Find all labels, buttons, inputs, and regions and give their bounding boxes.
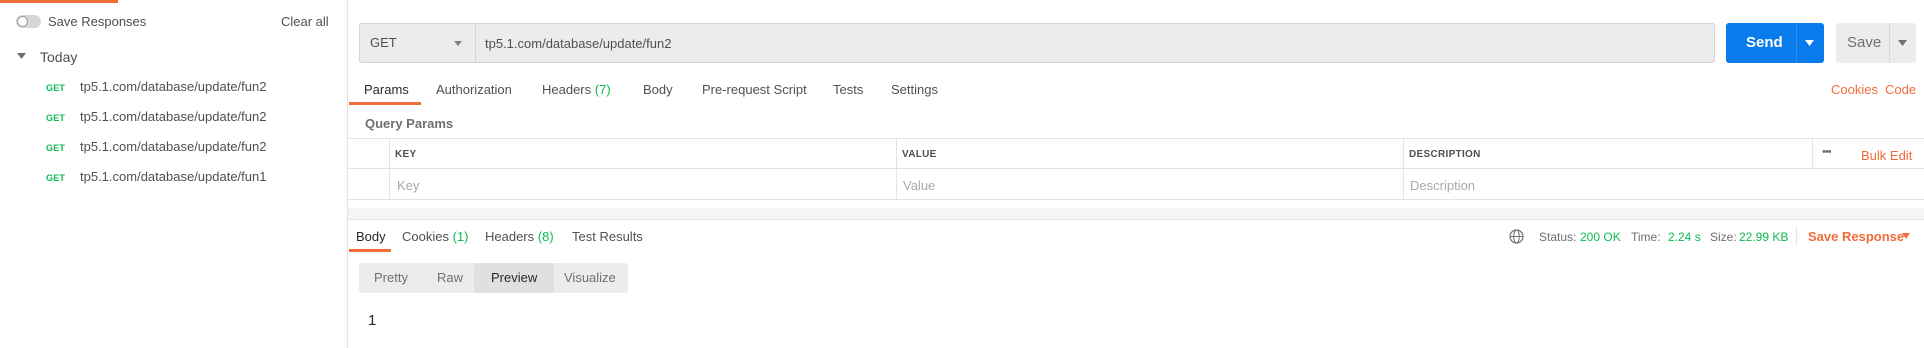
sidebar-tab-indicator — [0, 0, 118, 3]
caret-down-icon[interactable] — [1902, 233, 1910, 239]
time-value[interactable]: 2.24 s — [1668, 230, 1701, 244]
format-pretty[interactable]: Pretty — [374, 270, 408, 285]
time-label: Time: — [1631, 230, 1661, 244]
tab-pre-request-script[interactable]: Pre-request Script — [702, 82, 807, 106]
response-tab-cookies-label: Cookies — [402, 229, 449, 244]
column-header-description: DESCRIPTION — [1409, 149, 1481, 160]
save-response-button[interactable]: Save Response — [1808, 229, 1904, 244]
code-link[interactable]: Code — [1885, 82, 1916, 97]
query-params-label: Query Params — [365, 116, 454, 131]
history-item-url: tp5.1.com/database/update/fun1 — [80, 169, 267, 184]
active-tab-indicator — [349, 249, 391, 252]
method-select[interactable]: GET — [359, 23, 475, 63]
response-tab-cookies-count: (1) — [452, 229, 469, 244]
table-border — [896, 138, 897, 200]
response-tab-body[interactable]: Body — [356, 229, 386, 244]
table-border — [389, 138, 390, 200]
table-border — [348, 168, 1924, 169]
caret-down-icon[interactable] — [1898, 40, 1907, 46]
toggle-knob — [17, 16, 28, 27]
tab-headers-label: Headers — [542, 82, 592, 97]
send-button-label: Send — [1746, 34, 1783, 51]
active-tab-indicator — [349, 102, 421, 105]
param-value-input[interactable]: Value — [903, 178, 935, 193]
response-tab-headers-label: Headers — [485, 229, 535, 244]
bulk-edit-button[interactable]: Bulk Edit — [1861, 148, 1912, 163]
tab-settings[interactable]: Settings — [891, 82, 938, 106]
response-tab-test-results[interactable]: Test Results — [572, 229, 643, 244]
save-responses-label: Save Responses — [48, 14, 147, 29]
format-preview[interactable]: Preview — [491, 270, 537, 285]
method-value: GET — [370, 35, 397, 50]
chevron-down-icon — [454, 41, 462, 46]
history-item[interactable]: GET tp5.1.com/database/update/fun2 — [0, 103, 347, 133]
response-tab-cookies[interactable]: Cookies (1) — [402, 229, 468, 244]
history-group-today[interactable]: Today — [40, 49, 77, 65]
format-raw[interactable]: Raw — [437, 270, 463, 285]
history-item-url: tp5.1.com/database/update/fun2 — [80, 79, 267, 94]
history-item-url: tp5.1.com/database/update/fun2 — [80, 109, 267, 124]
status-label: Status: — [1539, 230, 1577, 244]
column-header-value: VALUE — [902, 149, 937, 160]
response-divider[interactable] — [348, 208, 1924, 220]
history-item-method: GET — [46, 173, 66, 183]
table-border — [348, 138, 1924, 139]
more-icon[interactable]: ••• — [1822, 146, 1832, 158]
tab-tests[interactable]: Tests — [833, 82, 863, 106]
format-visualize[interactable]: Visualize — [564, 270, 616, 285]
table-border — [1812, 138, 1813, 169]
history-item-url: tp5.1.com/database/update/fun2 — [80, 139, 267, 154]
url-input[interactable] — [476, 24, 1714, 62]
send-button[interactable]: Send — [1726, 23, 1824, 63]
save-responses-toggle[interactable] — [16, 15, 41, 28]
history-item-method: GET — [46, 143, 66, 153]
divider — [1796, 23, 1797, 63]
size-label: Size: — [1710, 230, 1737, 244]
history-item-method: GET — [46, 113, 66, 123]
divider — [1889, 23, 1890, 63]
tab-headers[interactable]: Headers (7) — [542, 82, 611, 106]
column-header-key: KEY — [395, 149, 417, 160]
globe-icon[interactable] — [1509, 229, 1524, 244]
history-item[interactable]: GET tp5.1.com/database/update/fun2 — [0, 73, 347, 103]
param-description-input[interactable]: Description — [1410, 178, 1475, 193]
table-border — [1403, 138, 1404, 200]
clear-all-button[interactable]: Clear all — [281, 14, 329, 29]
cookies-link[interactable]: Cookies — [1831, 82, 1878, 97]
divider — [1796, 226, 1797, 246]
save-button-label: Save — [1847, 34, 1882, 51]
history-item[interactable]: GET tp5.1.com/database/update/fun2 — [0, 133, 347, 163]
response-tab-headers-count: (8) — [537, 229, 554, 244]
response-tab-headers[interactable]: Headers (8) — [485, 229, 554, 244]
caret-down-icon[interactable] — [17, 53, 26, 59]
param-key-input[interactable]: Key — [397, 178, 419, 193]
save-button[interactable]: Save — [1836, 23, 1916, 63]
sidebar: Save Responses Clear all Today GET tp5.1… — [0, 0, 348, 348]
tab-headers-count: (7) — [594, 82, 611, 97]
tab-authorization[interactable]: Authorization — [436, 82, 512, 106]
tab-body[interactable]: Body — [643, 82, 673, 106]
history-item[interactable]: GET tp5.1.com/database/update/fun1 — [0, 163, 347, 193]
response-body: 1 — [368, 312, 377, 329]
status-value[interactable]: 200 OK — [1580, 230, 1621, 244]
table-border — [348, 199, 1924, 200]
history-item-method: GET — [46, 83, 66, 93]
caret-down-icon[interactable] — [1805, 40, 1814, 46]
size-value[interactable]: 22.99 KB — [1739, 230, 1788, 244]
